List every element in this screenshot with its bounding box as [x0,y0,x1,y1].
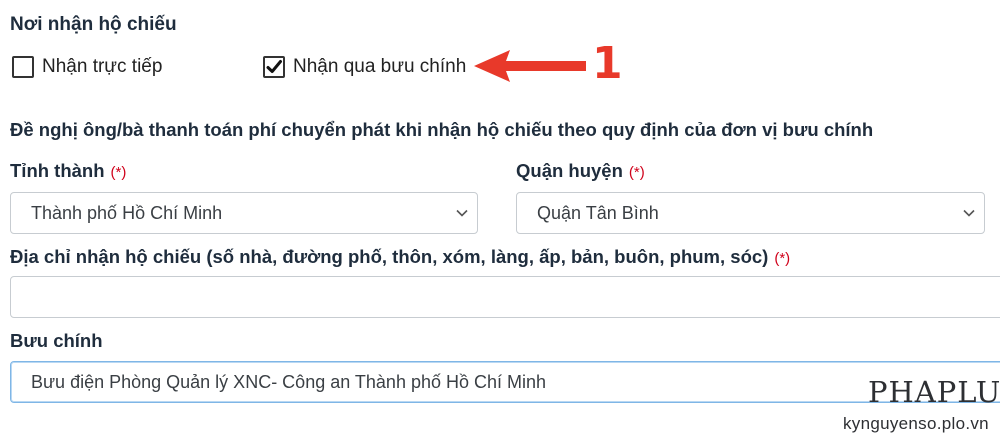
checkbox-checked-icon[interactable] [263,56,285,78]
chevron-down-icon [963,209,975,217]
post-office-input-value: Bưu điện Phòng Quản lý XNC- Công an Thàn… [31,371,547,392]
district-select-value: Quận Tân Bình [537,202,659,223]
annotation-number: 1 [592,38,623,89]
district-label: Quận huyện (*) [516,160,645,182]
watermark-logo: PHAPLUAT [868,375,1000,409]
checkbox-direct-pickup-label: Nhận trực tiếp [42,56,163,77]
district-select[interactable]: Quận Tân Bình [516,192,985,234]
required-mark: (*) [628,164,645,181]
province-select-value: Thành phố Hồ Chí Minh [31,202,223,223]
post-office-label: Bưu chính [10,330,103,351]
annotation-arrow-icon [474,50,586,82]
watermark-logo-main: PHAPLU [868,375,1000,409]
checkbox-direct-pickup[interactable]: Nhận trực tiếp [12,54,162,80]
post-office-input[interactable]: Bưu điện Phòng Quản lý XNC- Công an Thàn… [10,361,1000,403]
address-label: Địa chỉ nhận hộ chiếu (số nhà, đường phố… [10,246,790,268]
delivery-fee-notice: Đề nghị ông/bà thanh toán phí chuyển phá… [10,119,874,140]
address-label-text: Địa chỉ nhận hộ chiếu (số nhà, đường phố… [10,246,769,267]
required-mark: (*) [110,164,127,181]
checkbox-unchecked-icon[interactable] [12,56,34,78]
receive-section-title: Nơi nhận hộ chiếu [10,14,177,35]
province-label: Tỉnh thành (*) [10,160,126,182]
chevron-down-icon [456,209,468,217]
checkbox-postal-delivery[interactable]: Nhận qua bưu chính [263,54,466,80]
required-mark: (*) [774,250,791,267]
province-select[interactable]: Thành phố Hồ Chí Minh [10,192,478,234]
checkbox-postal-delivery-label: Nhận qua bưu chính [293,56,467,77]
address-input[interactable] [10,276,1000,318]
province-label-text: Tỉnh thành [10,160,105,181]
district-label-text: Quận huyện [516,160,623,181]
watermark-site: kynguyenso.plo.vn [843,414,989,433]
